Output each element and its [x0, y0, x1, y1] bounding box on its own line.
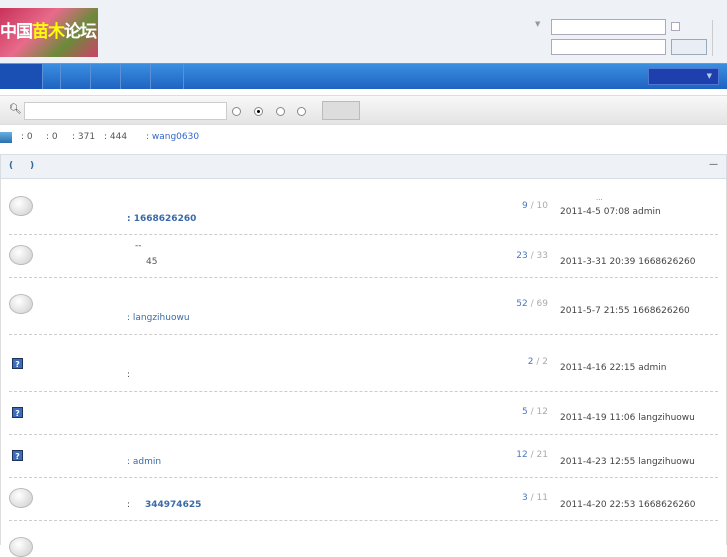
- newest-member-link[interactable]: : wang0630: [146, 132, 199, 142]
- forum-category-header: ( ) —: [0, 154, 727, 179]
- forum-question-icon: ?: [12, 407, 23, 418]
- search-button[interactable]: [322, 101, 360, 120]
- moderator[interactable]: : admin: [127, 457, 161, 467]
- forum-bubble-icon: [9, 537, 33, 557]
- counts: 23 / 33: [516, 251, 548, 261]
- moderator[interactable]: : 1668626260: [127, 214, 196, 224]
- last-post[interactable]: 2011-4-19 11:06 langzihuowu: [560, 413, 695, 423]
- moderator: :: [127, 370, 131, 380]
- login-type-dropdown-icon[interactable]: ▼: [535, 20, 540, 28]
- last-post[interactable]: 2011-3-31 20:39 1668626260: [560, 257, 696, 267]
- moderator[interactable]: 344974625: [145, 500, 201, 510]
- search-icon: 🔍︎: [9, 104, 22, 115]
- counts: 52 / 69: [516, 299, 548, 309]
- moderator-label: :: [127, 500, 131, 510]
- forum-question-icon: ?: [12, 358, 23, 369]
- search-type-radio[interactable]: [297, 107, 306, 116]
- forum-bubble-icon: [9, 245, 33, 265]
- last-post[interactable]: 2011-4-16 22:15 admin: [560, 363, 666, 373]
- last-post[interactable]: 2011-4-23 12:55 langzihuowu: [560, 457, 695, 467]
- stat-topics: : 371: [72, 132, 96, 142]
- stats-chart-icon: [0, 132, 12, 143]
- paren: (: [9, 161, 14, 171]
- last-post[interactable]: 2011-5-7 21:55 1668626260: [560, 306, 690, 316]
- chevron-down-icon: ▼: [706, 72, 712, 80]
- username-input[interactable]: [551, 19, 666, 35]
- nav-item[interactable]: [91, 64, 121, 89]
- moderator[interactable]: : langzihuowu: [127, 313, 190, 323]
- forum-question-icon: ?: [12, 450, 23, 461]
- collapse-icon[interactable]: —: [709, 160, 718, 170]
- last-post-title[interactable]: ...: [596, 194, 603, 202]
- search-bar: 🔍︎: [0, 95, 727, 125]
- forum-list: 9 / 10 ... 2011-4-5 07:08 admin : 166862…: [0, 179, 727, 557]
- nav-dropdown[interactable]: ▼: [648, 68, 719, 85]
- last-post[interactable]: 2011-4-20 22:53 1668626260: [560, 500, 696, 510]
- search-input[interactable]: [24, 102, 227, 120]
- table-row: 9 / 10 ... 2011-4-5 07:08 admin : 166862…: [9, 179, 718, 235]
- last-post[interactable]: 2011-4-5 07:08 admin: [560, 207, 661, 217]
- main-nav: ▼: [0, 63, 727, 89]
- paren: ): [30, 161, 35, 171]
- stat-members: : 444: [104, 132, 128, 142]
- table-row: ? 2 / 2 2011-4-16 22:15 admin :: [9, 335, 718, 392]
- nav-item-home[interactable]: [0, 64, 43, 89]
- counts: 2 / 2: [527, 357, 548, 367]
- nav-item[interactable]: [43, 64, 61, 89]
- search-type-radio[interactable]: [276, 107, 285, 116]
- remember-checkbox[interactable]: [671, 22, 680, 31]
- table-row: ? 12 / 21 2011-4-23 12:55 langzihuowu : …: [9, 435, 718, 478]
- header: 中国苗木论坛 ▼: [0, 0, 727, 63]
- counts: 3 / 11: [522, 493, 548, 503]
- forum-title[interactable]: --: [135, 241, 142, 251]
- stat-today: : 0: [21, 132, 33, 142]
- login-button[interactable]: [671, 39, 707, 55]
- counts: 9 / 10: [522, 201, 548, 211]
- stat-yesterday: : 0: [46, 132, 58, 142]
- nav-item[interactable]: [121, 64, 151, 89]
- forum-bubble-icon: [9, 488, 33, 508]
- search-type-radio[interactable]: [232, 107, 241, 116]
- forum-bubble-icon: [9, 294, 33, 314]
- nav-item[interactable]: [151, 64, 184, 89]
- search-type-radio[interactable]: [254, 107, 263, 116]
- forum-today-count: 45: [146, 257, 158, 267]
- table-row: 52 / 69 2011-5-7 21:55 1668626260 : lang…: [9, 278, 718, 335]
- table-row: 3 / 11 2011-4-20 22:53 1668626260 : 3449…: [9, 478, 718, 521]
- forum-logo[interactable]: 中国苗木论坛: [0, 8, 98, 57]
- table-row: -- 45 23 / 33 2011-3-31 20:39 1668626260: [9, 235, 718, 278]
- table-row: ? 5 / 12 2011-4-19 11:06 langzihuowu: [9, 392, 718, 435]
- counts: 5 / 12: [522, 407, 548, 417]
- counts: 12 / 21: [516, 450, 548, 460]
- password-input[interactable]: [551, 39, 666, 55]
- forum-bubble-icon: [9, 196, 33, 216]
- divider: [712, 20, 713, 56]
- nav-item[interactable]: [61, 64, 91, 89]
